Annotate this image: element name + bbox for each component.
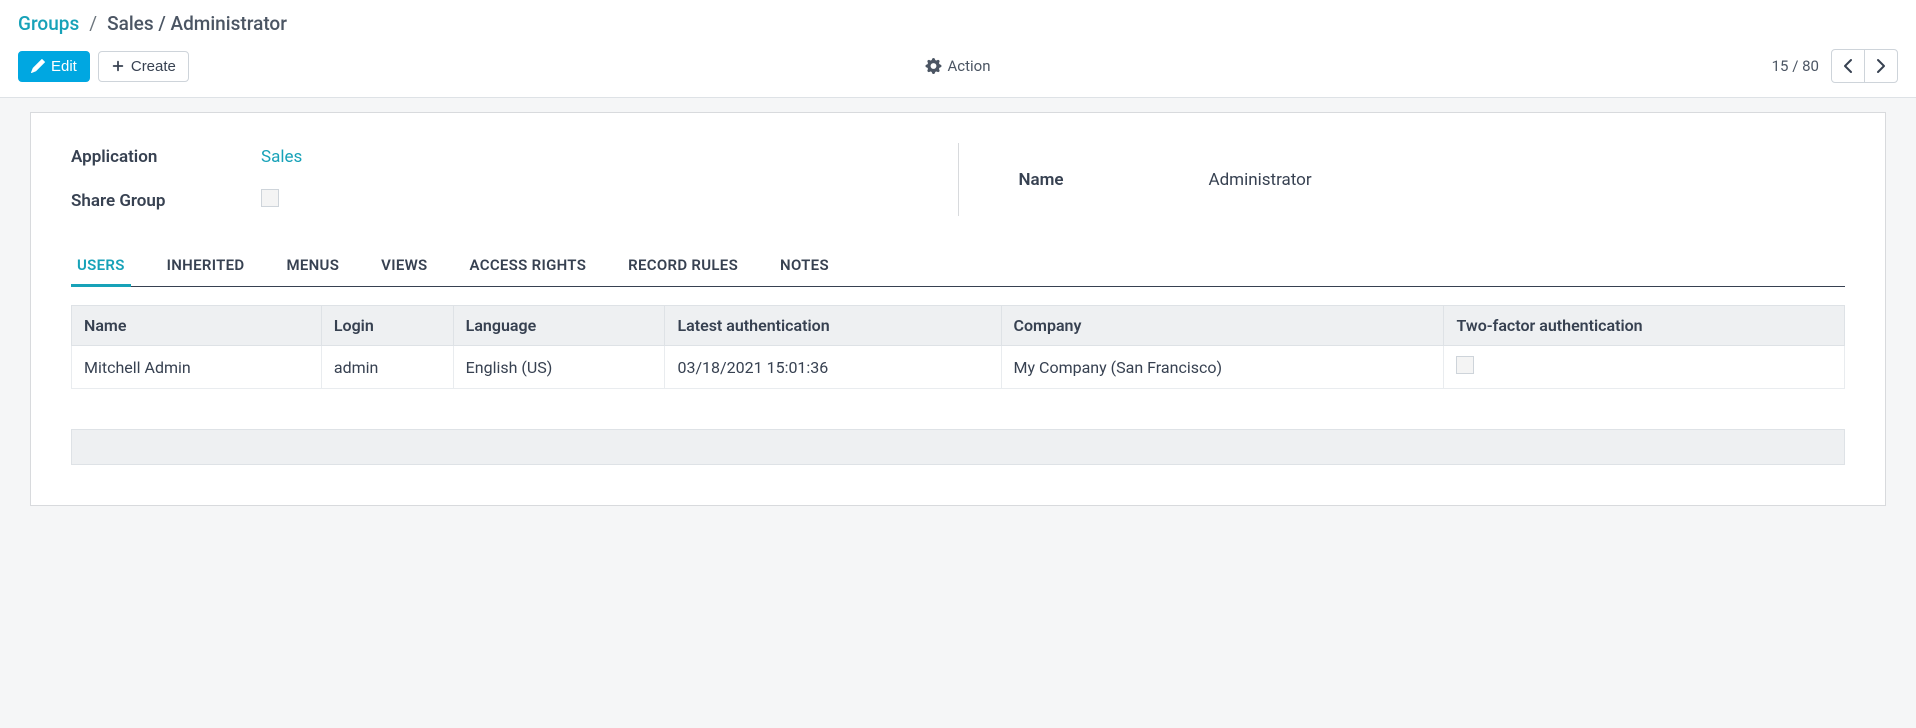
gear-icon (925, 58, 941, 74)
col-latest-auth[interactable]: Latest authentication (665, 306, 1001, 346)
create-button-label: Create (131, 58, 176, 75)
tab-inherited[interactable]: INHERITED (161, 246, 251, 287)
application-value[interactable]: Sales (261, 143, 898, 171)
share-group-checkbox (261, 189, 279, 207)
tab-record-rules[interactable]: RECORD RULES (622, 246, 744, 287)
form-sheet: Application Sales Share Group Name Admin… (30, 112, 1886, 506)
cell-company: My Company (San Francisco) (1001, 346, 1444, 389)
share-group-label: Share Group (71, 191, 261, 211)
edit-button-label: Edit (51, 58, 77, 75)
name-value: Administrator (1209, 166, 1846, 194)
table-row[interactable]: Mitchell Admin admin English (US) 03/18/… (72, 346, 1845, 389)
action-dropdown-label: Action (947, 57, 990, 75)
col-login[interactable]: Login (321, 306, 453, 346)
tab-notes[interactable]: NOTES (774, 246, 835, 287)
col-name[interactable]: Name (72, 306, 322, 346)
cell-two-factor (1444, 346, 1845, 389)
cell-login: admin (321, 346, 453, 389)
pager-sep: / (1792, 57, 1802, 75)
tab-menus[interactable]: MENUS (280, 246, 345, 287)
col-company[interactable]: Company (1001, 306, 1444, 346)
cell-name: Mitchell Admin (72, 346, 322, 389)
breadcrumb-root[interactable]: Groups (18, 12, 79, 35)
pager-value[interactable]: 15 / 80 (1772, 57, 1819, 75)
cell-language: English (US) (453, 346, 665, 389)
users-table: Name Login Language Latest authenticatio… (71, 305, 1845, 389)
plus-icon (111, 59, 125, 73)
breadcrumb-separator: / (89, 12, 97, 35)
action-dropdown[interactable]: Action (925, 57, 990, 75)
breadcrumb: Groups / Sales / Administrator (18, 12, 1898, 35)
pager-current: 15 (1772, 57, 1789, 75)
tabs: USERS INHERITED MENUS VIEWS ACCESS RIGHT… (71, 246, 1845, 287)
chevron-left-icon (1840, 58, 1856, 74)
application-label: Application (71, 147, 261, 167)
col-language[interactable]: Language (453, 306, 665, 346)
pager-next-button[interactable] (1864, 49, 1898, 83)
name-label: Name (1019, 170, 1209, 190)
edit-button[interactable]: Edit (18, 51, 90, 82)
table-footer-bar (71, 429, 1845, 465)
table-header-row: Name Login Language Latest authenticatio… (72, 306, 1845, 346)
chevron-right-icon (1873, 58, 1889, 74)
col-two-factor[interactable]: Two-factor authentication (1444, 306, 1845, 346)
two-factor-checkbox (1456, 356, 1474, 374)
cell-latest-auth: 03/18/2021 15:01:36 (665, 346, 1001, 389)
create-button[interactable]: Create (98, 51, 189, 82)
pencil-icon (31, 59, 45, 73)
tab-views[interactable]: VIEWS (375, 246, 433, 287)
vertical-divider (958, 143, 959, 216)
breadcrumb-current: Sales / Administrator (107, 12, 287, 35)
tab-users[interactable]: USERS (71, 246, 131, 287)
pager-total: 80 (1802, 57, 1819, 75)
pager-prev-button[interactable] (1831, 49, 1865, 83)
tab-access-rights[interactable]: ACCESS RIGHTS (464, 246, 593, 287)
